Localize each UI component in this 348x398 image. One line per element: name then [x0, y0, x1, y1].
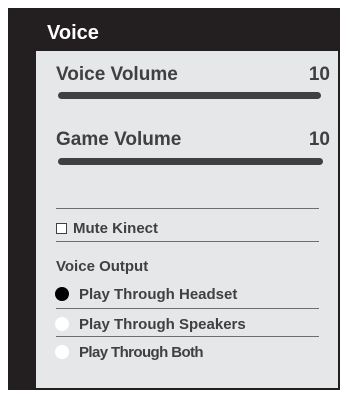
voice-settings-content: Voice Volume 10 Game Volume 10 Mute Kine…	[36, 51, 338, 388]
radio-unselected-icon[interactable]	[55, 345, 69, 359]
game-volume-value: 10	[308, 129, 330, 150]
voice-volume-value: 10	[308, 64, 330, 85]
radio-play-through-speakers[interactable]: Play Through Speakers	[55, 314, 246, 334]
radio-unselected-icon[interactable]	[55, 317, 69, 331]
divider	[56, 336, 319, 337]
voice-volume-slider[interactable]	[58, 92, 321, 99]
game-volume-label: Game Volume	[56, 129, 182, 150]
radio-play-through-headset[interactable]: Play Through Headset	[55, 284, 237, 304]
radio-label-both: Play Through Both	[79, 343, 204, 361]
radio-label-speakers: Play Through Speakers	[79, 315, 246, 333]
radio-play-through-both[interactable]: Play Through Both	[55, 342, 204, 362]
game-volume-slider[interactable]	[58, 158, 323, 165]
divider	[56, 241, 319, 242]
divider	[56, 208, 319, 209]
radio-label-headset: Play Through Headset	[79, 285, 238, 303]
checkbox-box[interactable]	[56, 222, 67, 234]
voice-settings-panel: Voice Voice Volume 10 Game Volume 10 Mut…	[8, 8, 340, 390]
voice-output-label: Voice Output	[56, 258, 149, 275]
panel-title: Voice	[47, 22, 99, 44]
divider	[56, 308, 319, 309]
mute-kinect-label: Mute Kinect	[73, 219, 159, 237]
mute-kinect-checkbox[interactable]: Mute Kinect	[56, 218, 158, 238]
radio-selected-icon[interactable]	[55, 287, 69, 301]
voice-volume-label: Voice Volume	[56, 64, 178, 85]
